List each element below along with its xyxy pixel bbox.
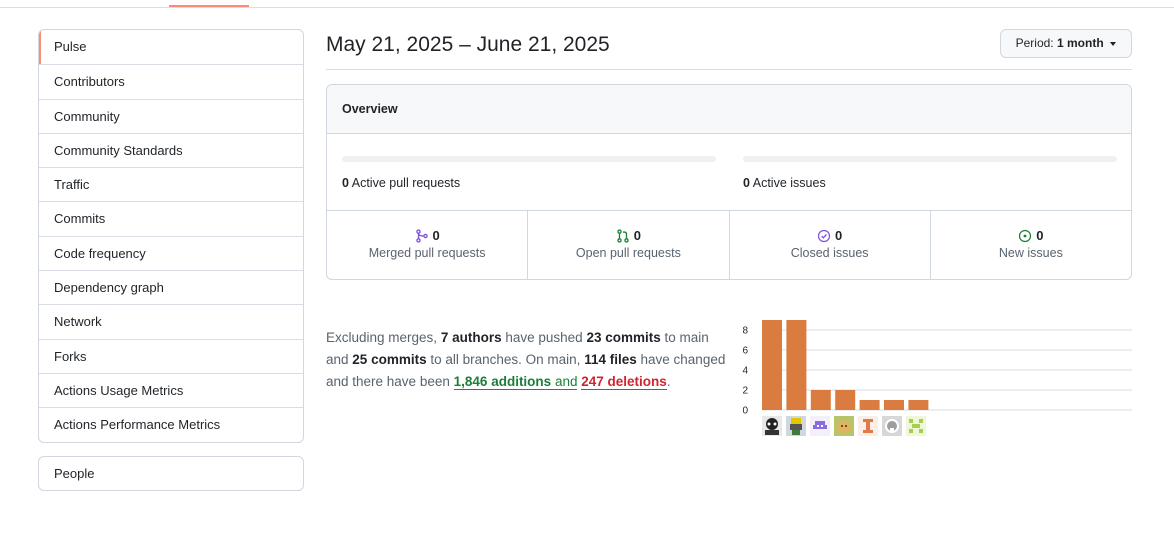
- sidebar-item-actions-performance-metrics[interactable]: Actions Performance Metrics: [39, 407, 303, 441]
- contributor-avatar-3[interactable]: [810, 416, 830, 436]
- y-tick-label: 2: [742, 386, 748, 397]
- active-tab-underline: [169, 5, 249, 7]
- summary-text-6: and: [554, 373, 578, 389]
- closed-issues-stat[interactable]: 0 Closed issues: [728, 211, 930, 279]
- closed-issue-icon: [817, 229, 831, 242]
- active-prs-label: 0 Active pull requests: [342, 176, 716, 190]
- closed-issues-count: 0: [835, 228, 843, 243]
- overview-activity-bars: 0 Active pull requests 0 Active issues: [327, 134, 1131, 211]
- new-issue-icon: [1019, 229, 1032, 242]
- active-issues-label: 0 Active issues: [743, 176, 1117, 190]
- active-issues-progress-bar: [743, 156, 1117, 162]
- commit-bar-author-4[interactable]: [835, 390, 856, 410]
- sidebar-item-contributors[interactable]: Contributors: [39, 64, 303, 98]
- commit-bar-author-7[interactable]: [908, 400, 929, 410]
- active-issues-count: 0: [743, 176, 750, 190]
- period-prefix: Period:: [1015, 36, 1054, 50]
- contributor-avatar-5[interactable]: [858, 416, 878, 436]
- divider: [326, 69, 1132, 70]
- commit-bar-author-1[interactable]: [762, 320, 782, 410]
- new-issues-count: 0: [1036, 228, 1044, 243]
- contributor-avatar-1[interactable]: [762, 416, 782, 436]
- active-prs-count: 0: [342, 176, 349, 190]
- overview-stats: 0 Merged pull requests 0 Open pull reque…: [327, 211, 1131, 279]
- merged-prs-label: Merged pull requests: [368, 246, 486, 260]
- sidebar-item-pulse[interactable]: Pulse: [39, 30, 303, 65]
- y-tick-label: 8: [742, 326, 748, 337]
- sidebar-item-code-frequency[interactable]: Code frequency: [39, 235, 303, 270]
- closed-issues-label: Closed issues: [790, 246, 869, 260]
- merged-prs-stat[interactable]: 0 Merged pull requests: [327, 211, 527, 279]
- new-issues-stat[interactable]: 0 New issues: [929, 211, 1131, 279]
- commit-summary: Excluding merges, 7 authors have pushed …: [326, 327, 731, 392]
- additions-link[interactable]: 1,846 additions and: [453, 373, 578, 390]
- sidebar-item-forks[interactable]: Forks: [39, 338, 303, 373]
- sidebar-item-commits[interactable]: Commits: [39, 201, 303, 235]
- insights-sidebar: Pulse Contributors Community Community S…: [38, 29, 304, 443]
- files-count: 114 files: [584, 351, 637, 367]
- active-prs-text: Active pull requests: [351, 176, 461, 190]
- contributor-avatar-6[interactable]: [882, 416, 902, 436]
- merged-prs-count: 0: [432, 228, 440, 243]
- contributor-avatar-2[interactable]: [786, 416, 806, 436]
- sidebar-item-community-standards[interactable]: Community Standards: [39, 132, 303, 167]
- active-prs-summary[interactable]: 0 Active pull requests: [342, 156, 716, 190]
- merged-pr-icon: [415, 228, 428, 243]
- contributor-avatar-4[interactable]: [834, 416, 854, 436]
- y-tick-label: 6: [742, 346, 748, 357]
- sidebar-item-people[interactable]: People: [38, 456, 304, 491]
- open-prs-count: 0: [633, 228, 641, 243]
- active-prs-progress-bar: [342, 156, 716, 162]
- summary-text-2: have pushed: [505, 330, 583, 345]
- sidebar-item-traffic[interactable]: Traffic: [39, 167, 303, 201]
- commits-all-count: 25 commits: [352, 351, 427, 367]
- active-issues-text: Active issues: [752, 176, 826, 190]
- deletions-link[interactable]: 247 deletions: [581, 373, 667, 390]
- period-dropdown-button[interactable]: Period: 1 month: [999, 29, 1132, 58]
- additions-word: additions: [491, 373, 552, 389]
- commits-main-count: 23 commits: [586, 330, 661, 345]
- overview-panel: Overview 0 Active pull requests 0 Active…: [326, 84, 1132, 280]
- y-tick-label: 4: [742, 366, 748, 377]
- page-title: May 21, 2025 – June 21, 2025: [326, 33, 610, 56]
- summary-text-7: .: [666, 373, 671, 389]
- active-issues-summary[interactable]: 0 Active issues: [743, 156, 1117, 190]
- deletions-word: deletions: [607, 373, 667, 389]
- open-prs-label: Open pull requests: [575, 246, 681, 260]
- sidebar-item-actions-usage-metrics[interactable]: Actions Usage Metrics: [39, 372, 303, 407]
- new-issues-label: New issues: [998, 246, 1063, 260]
- contributor-avatar-7[interactable]: [906, 416, 926, 436]
- y-tick-label: 0: [742, 406, 748, 417]
- commit-bar-author-5[interactable]: [859, 400, 880, 410]
- commit-bar-author-6[interactable]: [884, 400, 904, 410]
- open-prs-stat[interactable]: 0 Open pull requests: [527, 211, 728, 279]
- sidebar-item-community[interactable]: Community: [39, 98, 303, 133]
- deletions-count: 247: [581, 373, 604, 389]
- sidebar-item-network[interactable]: Network: [39, 304, 303, 338]
- top-nav-bar: [0, 0, 1174, 8]
- sidebar-item-dependency-graph[interactable]: Dependency graph: [39, 270, 303, 304]
- additions-count: 1,846: [453, 373, 488, 389]
- open-pr-icon: [617, 228, 629, 243]
- summary-text-1: Excluding merges,: [326, 330, 438, 345]
- chevron-down-icon: [1110, 41, 1116, 46]
- commit-bar-author-2[interactable]: [786, 320, 807, 410]
- authors-count: 7 authors: [440, 330, 502, 345]
- overview-title: Overview: [327, 85, 1131, 134]
- summary-text-4: to all branches. On main,: [430, 351, 581, 367]
- period-value: 1 month: [1056, 36, 1104, 50]
- commit-bar-author-3[interactable]: [810, 390, 831, 410]
